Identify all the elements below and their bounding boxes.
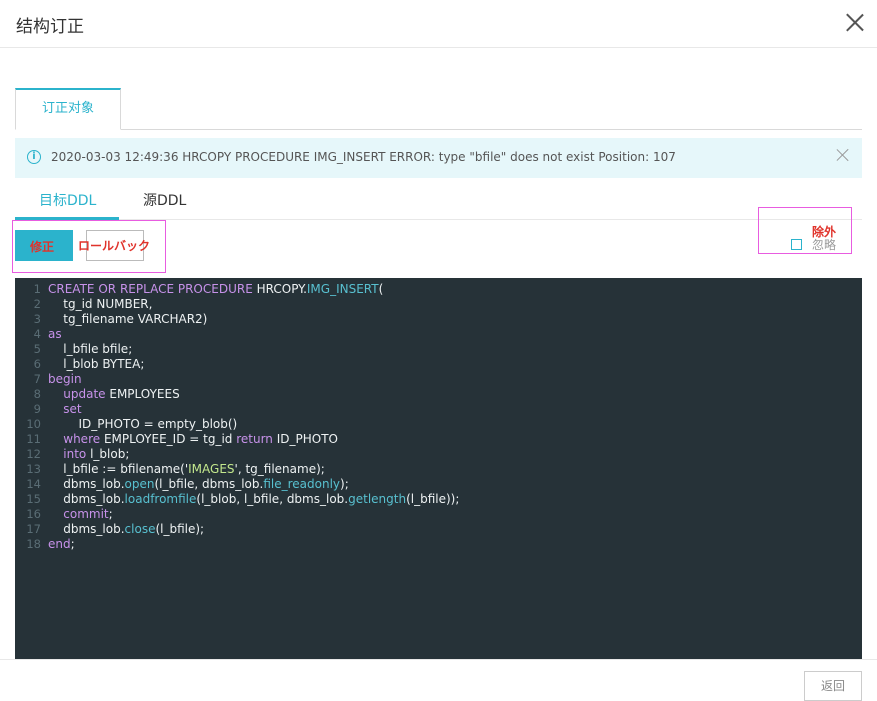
line-number: 1	[33, 282, 41, 296]
code-text: tg_id NUMBER,	[48, 297, 153, 311]
dialog-header: 结构订正	[0, 0, 877, 48]
line-number: 11	[26, 432, 41, 446]
code-text: l_blob BYTEA;	[48, 357, 145, 371]
annotation-box-right	[758, 207, 852, 254]
code-text: update EMPLOYEES	[63, 387, 180, 401]
line-number: 2	[33, 297, 41, 311]
ignore-checkbox[interactable]	[791, 239, 802, 250]
code-text: set	[63, 402, 82, 416]
line-number: 15	[26, 492, 41, 506]
code-text: dbms_lob.close(l_bfile);	[48, 522, 205, 536]
tab-source-ddl[interactable]: 源DDL	[143, 190, 186, 210]
code-text: where EMPLOYEE_ID = tg_id return ID_PHOT…	[63, 432, 338, 446]
code-text: commit;	[63, 507, 113, 521]
close-icon[interactable]	[845, 12, 865, 32]
code-text: ID_PHOTO = empty_blob()	[48, 417, 238, 431]
code-text: dbms_lob.open(l_bfile, dbms_lob.file_rea…	[48, 477, 349, 491]
line-number: 5	[33, 342, 41, 356]
line-number: 16	[26, 507, 41, 521]
code-editor[interactable]: 1 CREATE OR REPLACE PROCEDURE HRCOPY.IMG_…	[15, 278, 862, 659]
line-number: 7	[33, 372, 41, 386]
code-text: as	[48, 327, 62, 341]
dialog-title: 结构订正	[16, 17, 84, 37]
code-text: l_bfile bfile;	[48, 342, 133, 356]
dialog-footer	[0, 659, 877, 701]
outer-tab-bar: 订正对象	[15, 88, 862, 130]
alert-close-icon[interactable]	[836, 148, 850, 162]
tab-correction-target[interactable]: 订正对象	[15, 88, 121, 130]
line-number: 17	[26, 522, 41, 536]
line-number: 18	[26, 537, 41, 551]
line-number: 9	[33, 402, 41, 416]
alert-message: 2020-03-03 12:49:36 HRCOPY PROCEDURE IMG…	[51, 150, 676, 164]
line-number: 6	[33, 357, 41, 371]
line-number: 10	[26, 417, 41, 431]
line-number: 3	[33, 312, 41, 326]
line-number: 12	[26, 447, 41, 461]
code-text: CREATE OR REPLACE PROCEDURE HRCOPY.IMG_I…	[48, 282, 384, 296]
ignore-label: 忽略	[812, 238, 837, 252]
code-text: end;	[48, 537, 75, 551]
code-text: into l_blob;	[63, 447, 130, 461]
ddl-tab-bar: 目标DDL 源DDL	[15, 182, 862, 220]
info-icon: i	[27, 150, 41, 164]
code-text: begin	[48, 372, 82, 386]
tab-target-ddl[interactable]: 目标DDL	[39, 190, 96, 210]
line-number: 4	[33, 327, 41, 341]
annotation-box-left	[12, 220, 166, 273]
code-text: dbms_lob.loadfromfile(l_blob, l_bfile, d…	[48, 492, 460, 506]
code-text: l_bfile := bfilename('IMAGES', tg_filena…	[48, 462, 325, 476]
line-number: 13	[26, 462, 41, 476]
error-alert: i 2020-03-03 12:49:36 HRCOPY PROCEDURE I…	[15, 138, 862, 178]
line-number: 14	[26, 477, 41, 491]
code-text: tg_filename VARCHAR2)	[48, 312, 208, 326]
back-button[interactable]: 返回	[804, 671, 862, 701]
line-number: 8	[33, 387, 41, 401]
